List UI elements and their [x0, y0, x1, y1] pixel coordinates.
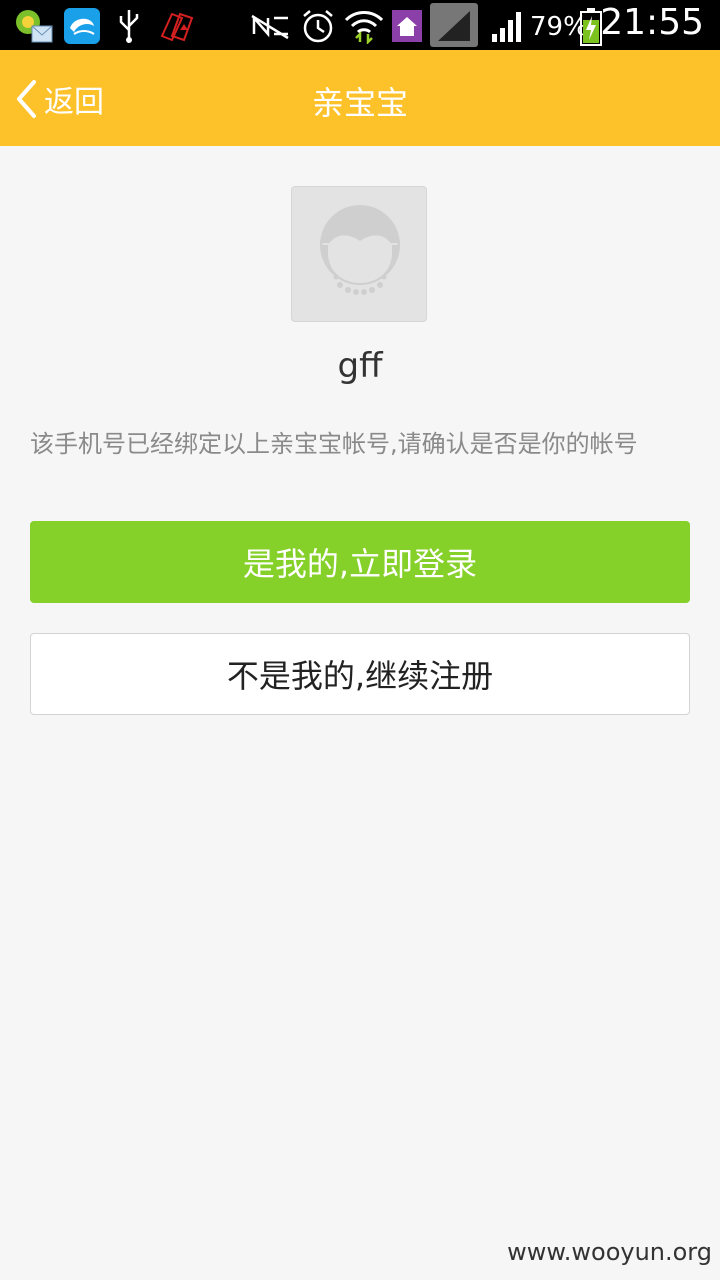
signal-icon [492, 12, 521, 42]
avatar [291, 186, 427, 322]
screen: 79% 21:55 返回 亲宝宝 gff 该手机号已经绑定以上亲宝宝帐号,请确认… [0, 0, 720, 1280]
signal-box [430, 3, 478, 47]
signal-icon [438, 11, 470, 41]
wifi-icon [344, 11, 384, 44]
default-avatar-icon [320, 205, 400, 295]
login-button[interactable]: 是我的,立即登录 [30, 521, 690, 603]
username: gff [337, 346, 383, 386]
register-button[interactable]: 不是我的,继续注册 [30, 633, 690, 715]
alarm-icon [303, 10, 333, 43]
clock: 21:55 [600, 2, 704, 43]
app-icon [16, 10, 53, 43]
cards-icon [160, 12, 194, 42]
home-icon [392, 10, 422, 42]
page-title: 亲宝宝 [311, 84, 408, 122]
title-bar: 返回 亲宝宝 [0, 50, 720, 146]
watermark: www.wooyun.org [507, 1238, 712, 1266]
chat-app-icon [64, 8, 100, 44]
usb-icon [119, 10, 139, 43]
status-bar: 79% 21:55 [0, 0, 720, 50]
battery-icon [580, 8, 602, 46]
binding-notice: 该手机号已经绑定以上亲宝宝帐号,请确认是否是你的帐号 [30, 430, 638, 458]
nfc-icon [251, 14, 289, 40]
